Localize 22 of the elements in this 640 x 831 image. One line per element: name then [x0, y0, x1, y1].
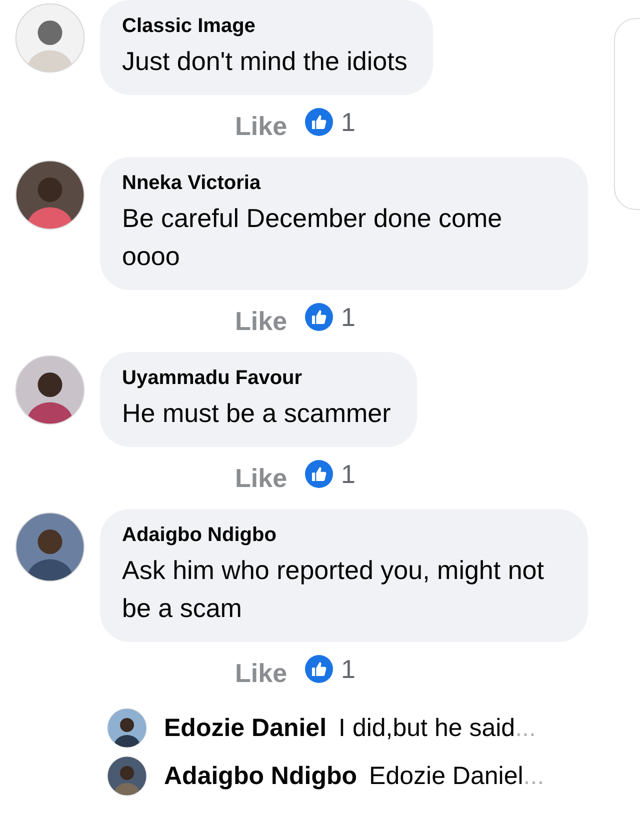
- reaction-count: 1: [341, 106, 356, 138]
- thumbs-up-icon: [305, 655, 334, 683]
- reaction-count: 1: [341, 302, 356, 332]
- comment-text: He must be a scammer: [122, 397, 391, 430]
- comment-text: Be careful December done come oooo: [122, 202, 504, 273]
- author-name[interactable]: Uyammadu Favour: [122, 367, 391, 390]
- author-name[interactable]: Classic Image: [122, 15, 408, 38]
- author-name[interactable]: Adaigbo Ndigbo: [122, 524, 562, 547]
- reaction-count: 1: [341, 654, 356, 684]
- thumbs-up-icon: [305, 108, 334, 136]
- author-name[interactable]: Nneka Victoria: [122, 172, 562, 195]
- thumbs-up-icon: [305, 460, 334, 488]
- reply-preview: Edozie Daniel: [369, 762, 524, 790]
- comment-text: Just don't mind the idiots: [122, 45, 408, 78]
- reply-preview: I did,but he said: [338, 714, 516, 742]
- ellipsis: ...: [523, 762, 544, 790]
- comment-text: Ask him who reported you, might not be a scam: [122, 554, 545, 625]
- author-name[interactable]: Edozie Daniel: [164, 714, 327, 742]
- thumbs-up-icon: [305, 303, 334, 331]
- reaction-count: 1: [341, 458, 356, 490]
- ellipsis: ...: [515, 714, 536, 742]
- author-name[interactable]: Adaigbo Ndigbo: [164, 762, 358, 790]
